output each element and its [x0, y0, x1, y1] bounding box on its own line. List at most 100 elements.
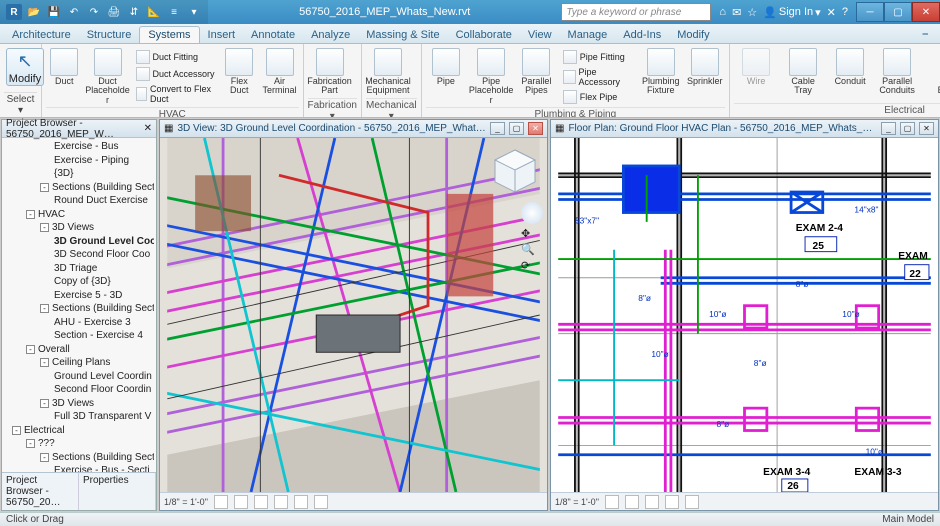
tree-node[interactable]: Exercise - Piping — [4, 154, 154, 168]
favorite-icon[interactable]: ☆ — [747, 6, 757, 19]
tab-insert[interactable]: Insert — [200, 27, 244, 43]
pipe-placeholder-button[interactable]: Pipe Placeholder — [469, 46, 513, 107]
status-main-model[interactable]: Main Model — [882, 514, 934, 525]
tree-node[interactable]: 3D Ground Level Coo — [4, 235, 154, 249]
panel-close-icon[interactable]: ✕ — [144, 123, 152, 134]
wire-button[interactable]: Wire — [734, 46, 778, 103]
tree-node[interactable]: 3D Second Floor Coo — [4, 248, 154, 262]
tree-node[interactable]: -3D Views — [4, 221, 154, 235]
tree-node[interactable]: Exercise - Bus - Secti — [4, 464, 154, 472]
tree-node[interactable]: -Ceiling Plans — [4, 356, 154, 370]
tree-node[interactable]: Full 3D Transparent V — [4, 410, 154, 424]
search-input[interactable]: Type a keyword or phrase — [561, 3, 711, 21]
tree-node[interactable]: Section - Exercise 4 — [4, 329, 154, 343]
vc-hide-icon[interactable] — [314, 495, 328, 509]
comm-icon[interactable]: ✉ — [732, 6, 741, 19]
vc-visual-style-icon[interactable] — [625, 495, 639, 509]
tree-node[interactable]: -Sections (Building Sectio — [4, 302, 154, 316]
tab-collaborate[interactable]: Collaborate — [448, 27, 520, 43]
close-button[interactable]: ✕ — [912, 2, 940, 22]
conduit-button[interactable]: Conduit — [828, 46, 872, 103]
tree-node[interactable]: -Sections (Building Sectio — [4, 181, 154, 195]
qat-more-icon[interactable]: ≡ — [166, 4, 182, 20]
modify-tool-button[interactable]: ↖Modify — [6, 48, 44, 86]
plumbing-fixture-button[interactable]: Plumbing Fixture — [640, 46, 682, 107]
flex-pipe-button[interactable]: Flex Pipe — [560, 89, 637, 105]
browser-tab-properties[interactable]: Properties — [79, 473, 156, 510]
tab-analyze[interactable]: Analyze — [303, 27, 358, 43]
view-maximize-button[interactable]: ▢ — [509, 122, 524, 135]
view-scale[interactable]: 1/8" = 1'-0" — [164, 497, 208, 507]
view-minimize-button[interactable]: _ — [881, 122, 896, 135]
vc-crop-icon[interactable] — [294, 495, 308, 509]
qat-measure-icon[interactable]: 📐 — [146, 4, 162, 20]
tree-node[interactable]: Exercise - Bus — [4, 140, 154, 154]
tree-node[interactable]: {3D} — [4, 167, 154, 181]
qat-dropdown-icon[interactable]: ▾ — [186, 4, 202, 20]
vc-sunpath-icon[interactable] — [254, 495, 268, 509]
nav-pan-icon[interactable]: ✥ — [521, 227, 543, 240]
duct-button[interactable]: Duct — [46, 46, 83, 107]
qat-open-icon[interactable]: 📂 — [26, 4, 42, 20]
vc-hide-icon[interactable] — [665, 495, 679, 509]
view-scale[interactable]: 1/8" = 1'-0" — [555, 497, 599, 507]
canvas-2d[interactable]: EXAM 2-4 25 EXAM 22 EXAM 3-4 26 EXAM 3-3… — [551, 138, 938, 492]
view-cube[interactable] — [489, 144, 541, 196]
app-menu-button[interactable]: R — [6, 4, 22, 20]
tab-view[interactable]: View — [520, 27, 560, 43]
qat-sync-icon[interactable]: ⇵ — [126, 4, 142, 20]
mechanical-equipment-button[interactable]: Mechanical Equipment — [366, 46, 410, 98]
tree-node[interactable]: -HVAC — [4, 208, 154, 222]
tab-systems[interactable]: Systems — [139, 26, 199, 43]
tree-node[interactable]: -3D Views — [4, 397, 154, 411]
tree-node[interactable]: -Electrical — [4, 424, 154, 438]
nav-wheel-icon[interactable] — [521, 202, 543, 224]
flex-duct-button[interactable]: Flex Duct — [221, 46, 258, 107]
qat-undo-icon[interactable]: ↶ — [66, 4, 82, 20]
tab-manage[interactable]: Manage — [560, 27, 616, 43]
convert-flex-duct-button[interactable]: Convert to Flex Duct — [133, 83, 218, 105]
project-browser-tree[interactable]: Exercise - BusExercise - Piping{3D}-Sect… — [2, 138, 156, 472]
nav-orbit-icon[interactable]: ⟳ — [521, 259, 543, 272]
tree-node[interactable]: Exercise 5 - 3D — [4, 289, 154, 303]
pipe-accessory-button[interactable]: Pipe Accessory — [560, 66, 637, 88]
vc-detail-icon[interactable] — [605, 495, 619, 509]
select-panel-label[interactable]: Select ▾ — [4, 92, 37, 117]
view-close-button[interactable]: ✕ — [919, 122, 934, 135]
canvas-3d[interactable]: ✥ 🔍 ⟳ — [160, 138, 547, 492]
tree-node[interactable]: 3D Triage — [4, 262, 154, 276]
view-minimize-button[interactable]: _ — [490, 122, 505, 135]
tree-node[interactable]: -Overall — [4, 343, 154, 357]
tab-annotate[interactable]: Annotate — [243, 27, 303, 43]
tab-addins[interactable]: Add-Ins — [615, 27, 669, 43]
project-browser-header[interactable]: Project Browser - 56750_2016_MEP_W…✕ — [2, 120, 156, 138]
pipe-fitting-button[interactable]: Pipe Fitting — [560, 49, 637, 65]
vc-visual-style-icon[interactable] — [234, 495, 248, 509]
tab-structure[interactable]: Structure — [79, 27, 140, 43]
view-close-button[interactable]: ✕ — [528, 122, 543, 135]
qat-save-icon[interactable]: 💾 — [46, 4, 62, 20]
tree-node[interactable]: Second Floor Coordin — [4, 383, 154, 397]
air-terminal-button[interactable]: Air Terminal — [261, 46, 299, 107]
duct-accessory-button[interactable]: Duct Accessory — [133, 66, 218, 82]
tree-node[interactable]: Ground Level Coordin — [4, 370, 154, 384]
vc-detail-icon[interactable] — [214, 495, 228, 509]
fabrication-part-button[interactable]: Fabrication Part — [308, 46, 352, 98]
view-maximize-button[interactable]: ▢ — [900, 122, 915, 135]
sprinkler-button[interactable]: Sprinkler — [685, 46, 726, 107]
tree-node[interactable]: AHU - Exercise 3 — [4, 316, 154, 330]
vc-shadows-icon[interactable] — [274, 495, 288, 509]
help-icon[interactable]: ? — [842, 6, 848, 18]
pipe-button[interactable]: Pipe — [426, 46, 467, 107]
parallel-pipes-button[interactable]: Parallel Pipes — [516, 46, 557, 107]
tab-modify[interactable]: Modify — [669, 27, 717, 43]
parallel-conduits-button[interactable]: Parallel Conduits — [875, 46, 919, 103]
vc-reveal-icon[interactable] — [685, 495, 699, 509]
subscription-icon[interactable]: ⌂ — [719, 6, 726, 18]
duct-fitting-button[interactable]: Duct Fitting — [133, 49, 218, 65]
tab-massing[interactable]: Massing & Site — [358, 27, 447, 43]
qat-print-icon[interactable]: 🖨 — [106, 4, 122, 20]
tree-node[interactable]: Round Duct Exercise — [4, 194, 154, 208]
maximize-button[interactable]: ▢ — [884, 2, 912, 22]
ribbon-collapse-button[interactable]: ⎯ — [915, 26, 937, 43]
